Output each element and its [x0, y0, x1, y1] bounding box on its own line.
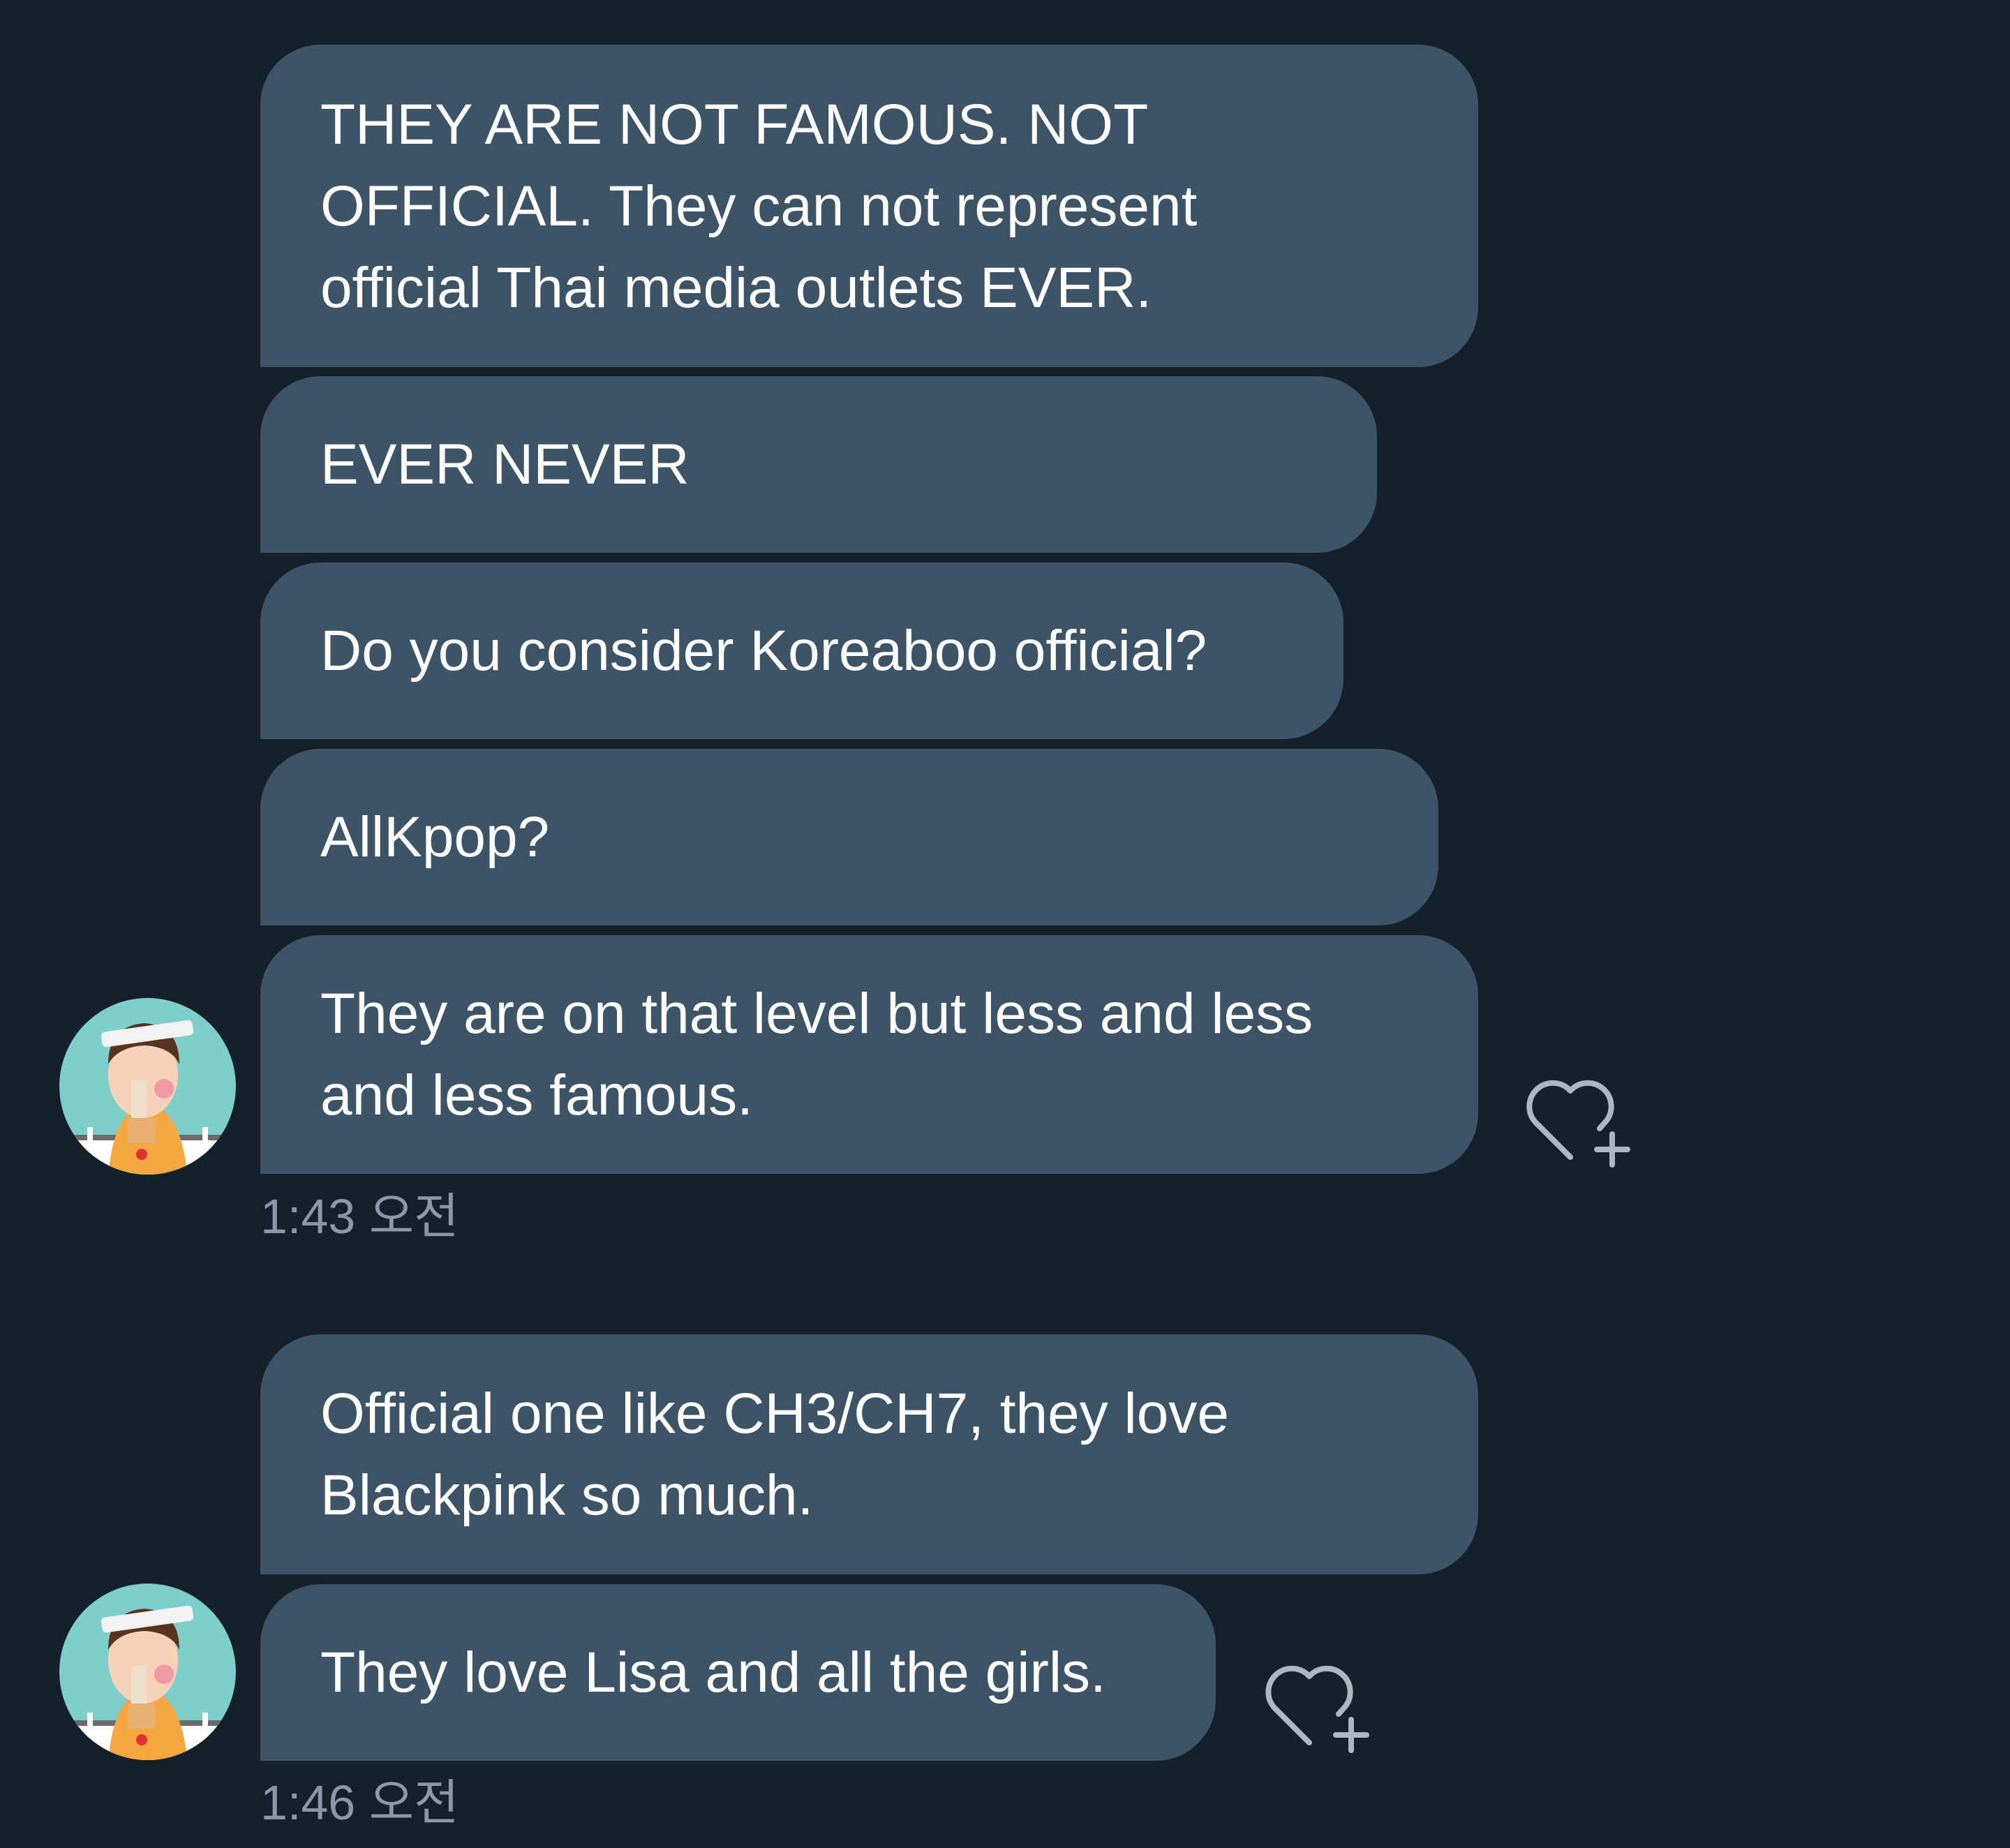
- user-avatar-icon[interactable]: [59, 1584, 236, 1760]
- heart-plus-icon[interactable]: [1521, 1070, 1640, 1175]
- user-avatar-icon[interactable]: [59, 998, 236, 1175]
- message-text-line: They love Lisa and all the girls.: [320, 1641, 1106, 1704]
- message-text-line: THEY ARE NOT FAMOUS. NOT: [320, 92, 1149, 156]
- message-text-line: Blackpink so much.: [320, 1463, 814, 1527]
- message-text-line: Do you consider Koreaboo official?: [320, 619, 1207, 683]
- message-bubble[interactable]: They love Lisa and all the girls.: [260, 1584, 1216, 1761]
- message-bubble[interactable]: AllKpop?: [260, 749, 1438, 925]
- message-text-line: OFFICIAL. They can not represent: [320, 174, 1198, 238]
- message-text-line: and less famous.: [320, 1064, 753, 1127]
- message-bubble[interactable]: Do you consider Koreaboo official?: [260, 562, 1343, 739]
- heart-plus-icon[interactable]: [1260, 1655, 1379, 1760]
- message-timestamp: 1:46 오전: [260, 1775, 459, 1830]
- message-bubble[interactable]: EVER NEVER: [260, 376, 1377, 553]
- message-text-line: Official one like CH3/CH7, they love: [320, 1382, 1229, 1445]
- message-bubble[interactable]: They are on that level but less and less…: [260, 935, 1478, 1174]
- message-timestamp: 1:43 오전: [260, 1189, 459, 1244]
- message-bubble[interactable]: Official one like CH3/CH7, they love Bla…: [260, 1334, 1478, 1574]
- message-text-line: EVER NEVER: [320, 433, 690, 496]
- message-text-line: AllKpop?: [320, 805, 550, 869]
- message-text-line: official Thai media outlets EVER.: [320, 255, 1152, 320]
- message-bubble[interactable]: THEY ARE NOT FAMOUS. NOT OFFICIAL. They …: [260, 45, 1478, 367]
- message-text-line: They are on that level but less and less: [320, 982, 1313, 1045]
